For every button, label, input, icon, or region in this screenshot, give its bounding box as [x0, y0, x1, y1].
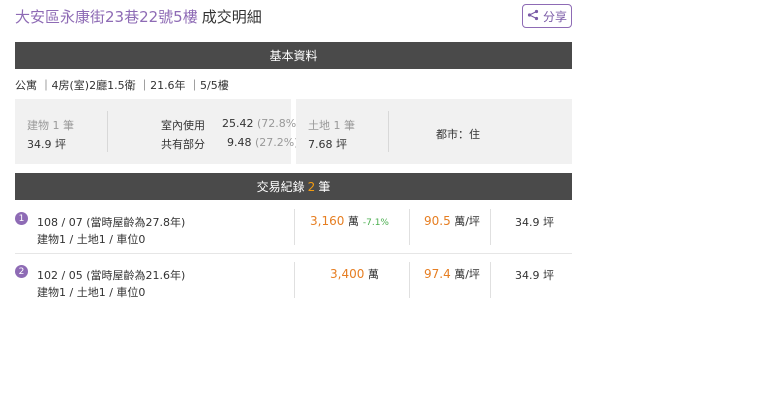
page-title-suffix: 成交明細 — [201, 8, 262, 26]
transaction-detail: 建物1 / 土地1 / 車位0 — [37, 233, 146, 246]
shared-label: 共有部分 — [161, 138, 205, 151]
divider — [294, 209, 295, 245]
transaction-area: 34.9 坪 — [515, 216, 554, 229]
transaction-area: 34.9 坪 — [515, 269, 554, 282]
land-count: 土地 1 筆 — [308, 119, 355, 132]
transactions-title: 交易紀錄 — [256, 180, 305, 194]
divider — [490, 209, 491, 245]
row-divider — [15, 253, 572, 254]
price-change: -7.1% — [362, 218, 389, 228]
building-area: 34.9 坪 — [27, 138, 66, 151]
transactions-count: 2 — [307, 179, 316, 194]
page-title: 大安區永康街23巷22號5樓 成交明細 — [15, 6, 262, 27]
divider — [388, 111, 389, 152]
share-button[interactable]: 分享 — [522, 4, 572, 28]
row-index-badge: 1 — [15, 212, 28, 225]
share-icon — [527, 9, 539, 24]
basic-info-bar: 基本資料 — [15, 42, 572, 69]
transaction-detail: 建物1 / 土地1 / 車位0 — [37, 286, 146, 299]
transaction-unit-price: 97.4 萬/坪 — [424, 267, 480, 281]
transaction-date: 108 / 07 (當時屋齡為27.8年) — [37, 216, 186, 229]
transactions-unit: 筆 — [318, 180, 331, 194]
divider — [294, 262, 295, 298]
transaction-price: 3,160 萬 -7.1% — [310, 214, 389, 228]
shared-value: 9.48 (27.2%) — [227, 136, 299, 149]
row-index-badge: 2 — [15, 265, 28, 278]
building-box: 建物 1 筆 34.9 坪 室內使用 25.42 (72.8%) 共有部分 9.… — [15, 99, 301, 164]
transactions-bar: 交易紀錄 2 筆 — [15, 173, 572, 200]
divider — [409, 262, 410, 298]
land-zoning: 都市：住 — [436, 128, 480, 141]
land-box: 土地 1 筆 7.68 坪 都市：住 — [296, 99, 572, 164]
transaction-unit-price: 90.5 萬/坪 — [424, 214, 480, 228]
land-area: 7.68 坪 — [308, 138, 347, 151]
building-count: 建物 1 筆 — [27, 119, 74, 132]
indoor-value: 25.42 (72.8%) — [222, 117, 301, 130]
transaction-price: 3,400 萬 — [330, 267, 379, 281]
divider — [107, 111, 108, 152]
transaction-date: 102 / 05 (當時屋齡為21.6年) — [37, 269, 186, 282]
divider — [490, 262, 491, 298]
basic-info-title: 基本資料 — [269, 49, 318, 63]
indoor-label: 室內使用 — [161, 119, 205, 132]
property-address: 大安區永康街23巷22號5樓 — [15, 8, 198, 26]
divider — [409, 209, 410, 245]
property-summary: 公寓 ｜4房(室)2廳1.5衛 ｜21.6年 ｜5/5樓 — [15, 79, 229, 92]
share-label: 分享 — [542, 9, 567, 24]
